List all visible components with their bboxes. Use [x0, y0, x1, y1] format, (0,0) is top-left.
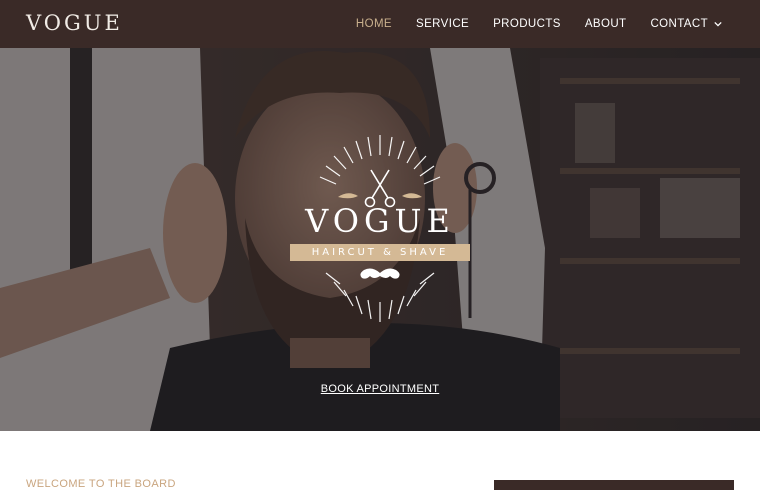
site-logo[interactable]: VOGUE: [26, 11, 123, 35]
hero-section: VOGUE HAIRCUT & SHAVE BOOK APPOINTMENT: [0, 48, 760, 431]
dark-panel: [494, 480, 734, 490]
nav-contact-label: CONTACT: [650, 18, 708, 30]
nav-home-label: HOME: [355, 18, 393, 30]
cta-wrapper: BOOK APPOINTMENT: [0, 379, 760, 397]
hero-brand-title: VOGUE: [305, 202, 455, 240]
nav-products[interactable]: PRODUCTS: [493, 18, 561, 30]
nav-products-label: PRODUCTS: [493, 18, 561, 30]
hero-tagline-ribbon: HAIRCUT & SHAVE: [290, 244, 470, 261]
book-appointment-link[interactable]: BOOK APPOINTMENT: [321, 383, 439, 395]
nav-service[interactable]: SERVICE: [416, 18, 469, 30]
nav-about-label: ABOUT: [584, 18, 627, 30]
chevron-down-icon: [714, 21, 722, 27]
mustache-icon: [360, 268, 400, 279]
nav-home[interactable]: HOME: [356, 18, 392, 30]
nav-contact[interactable]: CONTACT: [650, 18, 722, 30]
nav-about[interactable]: ABOUT: [585, 18, 627, 30]
welcome-eyebrow: WELCOME TO THE BOARD: [26, 478, 176, 490]
nav-service-label: SERVICE: [416, 18, 470, 30]
site-header: VOGUE HOME SERVICE PRODUCTS ABOUT CONTAC…: [0, 0, 760, 48]
main-nav: HOME SERVICE PRODUCTS ABOUT CONTACT: [332, 0, 722, 48]
